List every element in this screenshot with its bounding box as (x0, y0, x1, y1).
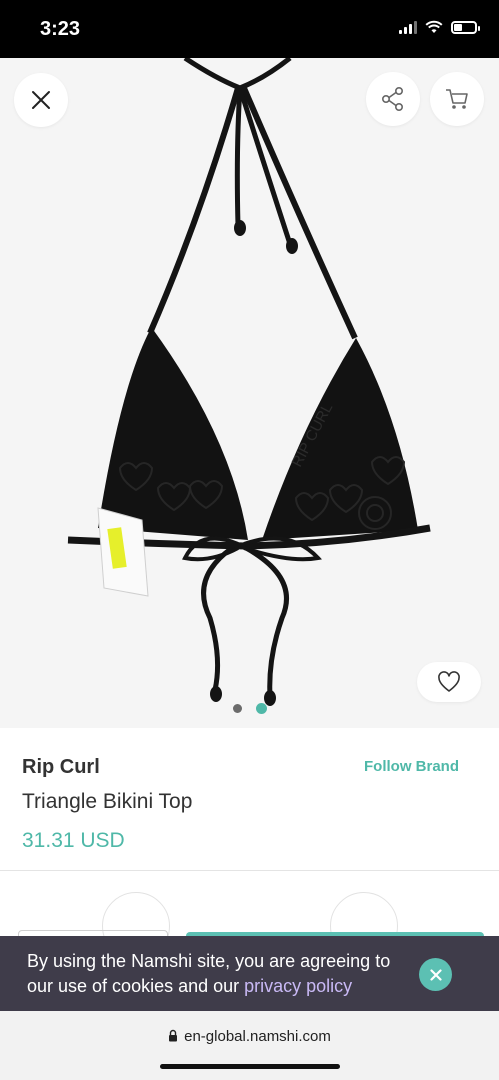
cart-icon (446, 89, 468, 109)
close-icon (32, 91, 50, 109)
cart-button[interactable] (430, 72, 484, 126)
follow-brand-button[interactable]: Follow Brand (364, 758, 459, 775)
wishlist-button[interactable] (417, 662, 481, 702)
lock-icon (169, 1029, 178, 1042)
product-gallery[interactable]: RIP CURL (0, 58, 499, 728)
heart-icon (438, 671, 460, 692)
close-icon (429, 968, 442, 981)
gallery-pagination (0, 703, 499, 714)
cookie-banner: By using the Namshi site, you are agreei… (0, 936, 499, 1011)
browser-bar: en-global.namshi.com (0, 1011, 499, 1080)
gallery-dot[interactable] (232, 704, 242, 713)
share-icon (381, 86, 404, 111)
cookie-text: By using the Namshi site, you are agreei… (27, 949, 407, 999)
status-icons (399, 20, 480, 34)
status-time: 3:23 (40, 18, 81, 40)
url-text: en-global.namshi.com (184, 1028, 331, 1045)
cookie-close-button[interactable] (419, 958, 452, 991)
share-button[interactable] (366, 72, 420, 126)
wifi-icon (425, 20, 443, 33)
home-indicator[interactable] (160, 1064, 340, 1069)
product-image[interactable]: RIP CURL (0, 58, 499, 728)
gallery-dot-active[interactable] (255, 703, 267, 714)
signal-icon (399, 20, 417, 34)
product-price: 31.31 USD (22, 829, 125, 852)
close-button[interactable] (14, 73, 68, 127)
privacy-policy-link[interactable]: privacy policy (244, 976, 352, 996)
divider (0, 870, 499, 871)
status-bar: 3:23 (0, 0, 499, 58)
brand-name[interactable]: Rip Curl (22, 756, 100, 779)
product-title: Triangle Bikini Top (22, 790, 193, 813)
battery-icon (451, 20, 480, 34)
product-info: Rip Curl Follow Brand Triangle Bikini To… (0, 728, 499, 872)
features-row (0, 880, 499, 960)
url-field[interactable]: en-global.namshi.com (0, 1028, 499, 1045)
